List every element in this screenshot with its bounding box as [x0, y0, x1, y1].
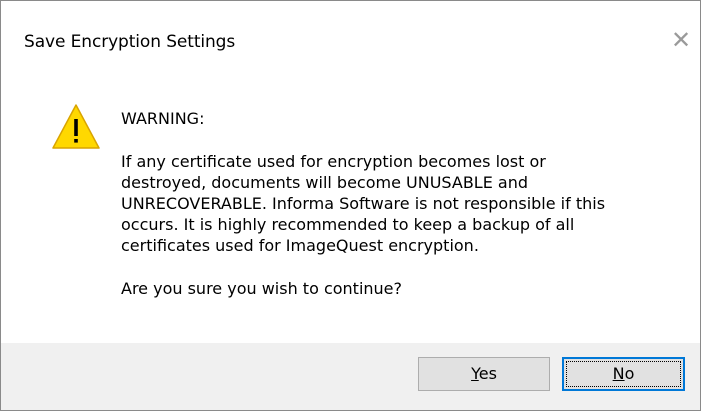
yes-button[interactable]: Yes	[418, 357, 550, 391]
confirm-question: Are you sure you wish to continue?	[121, 279, 403, 298]
warning-heading: WARNING:	[121, 109, 205, 128]
close-icon[interactable]: ✕	[668, 27, 694, 53]
yes-label-rest: es	[478, 364, 497, 383]
title-bar: Save Encryption Settings ✕	[1, 1, 700, 81]
yes-accelerator: Y	[471, 364, 479, 383]
warning-icon	[52, 104, 100, 149]
no-button[interactable]: No	[562, 357, 685, 391]
no-label-rest: o	[624, 364, 635, 383]
no-accelerator: N	[612, 364, 625, 383]
save-encryption-settings-dialog: Save Encryption Settings ✕ WARNING: If a…	[0, 0, 701, 411]
warning-message: If any certificate used for encryption b…	[121, 152, 606, 255]
dialog-title: Save Encryption Settings	[24, 32, 236, 52]
button-bar: Yes No	[1, 343, 700, 410]
message-area: WARNING: If any certificate used for enc…	[121, 108, 681, 299]
